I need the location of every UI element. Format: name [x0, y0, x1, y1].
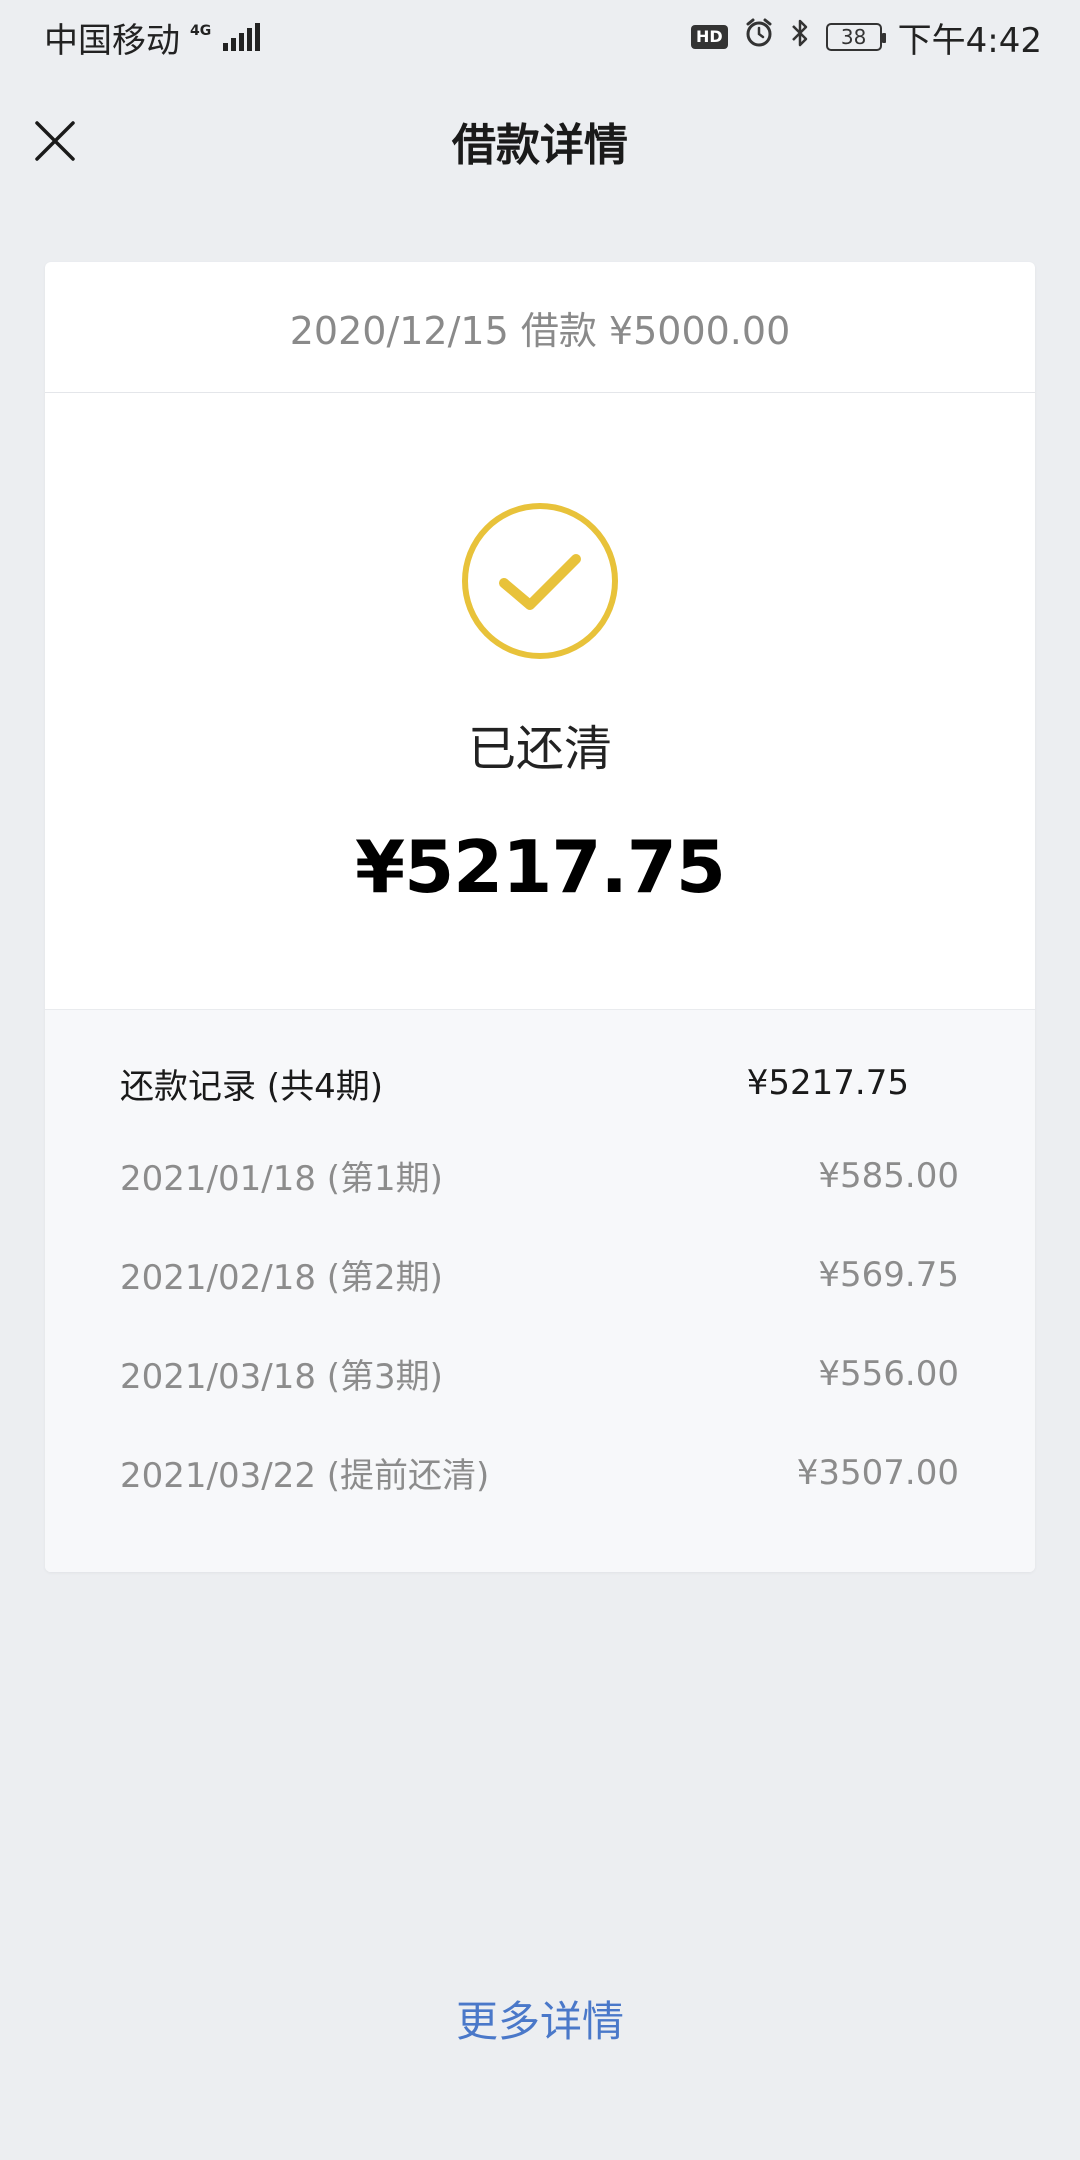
record-amount: ¥3507.00	[796, 1452, 959, 1493]
hd-badge: HD	[690, 25, 728, 49]
check-circle-icon	[462, 503, 618, 659]
loan-status-section: 已还清 ¥5217.75	[45, 393, 1035, 1010]
record-amount: ¥556.00	[818, 1353, 959, 1394]
nav-bar: 借款详情	[0, 96, 1080, 186]
signal-icon	[223, 23, 261, 51]
loan-card: 2020/12/15 借款 ¥5000.00 已还清 ¥5217.75 还款记录…	[45, 262, 1035, 1572]
record-amount: ¥585.00	[818, 1155, 959, 1196]
loan-header: 2020/12/15 借款 ¥5000.00	[45, 262, 1035, 393]
record-row: 2021/03/18 (第3期) ¥556.00	[120, 1324, 959, 1423]
close-icon	[35, 121, 75, 161]
record-date: 2021/02/18 (第2期)	[120, 1258, 443, 1298]
record-date: 2021/03/22 (提前还清)	[120, 1456, 490, 1496]
records-summary-amount: ¥5217.75	[746, 1063, 909, 1103]
battery-level: 38	[840, 25, 867, 49]
total-amount: ¥5217.75	[354, 825, 726, 909]
bluetooth-icon	[790, 17, 810, 58]
record-row: 2021/03/22 (提前还清) ¥3507.00	[120, 1423, 959, 1522]
status-text: 已还清	[467, 721, 612, 777]
alarm-icon	[744, 17, 774, 57]
battery-icon: 38	[825, 23, 886, 51]
repayment-records: 还款记录 (共4期) ¥5217.75 2021/01/18 (第1期) ¥58…	[45, 1010, 1035, 1572]
record-row: 2021/01/18 (第1期) ¥585.00	[120, 1126, 959, 1225]
close-button[interactable]	[30, 116, 80, 166]
record-date: 2021/03/18 (第3期)	[120, 1357, 443, 1397]
clock-time: 下午4:42	[897, 20, 1042, 61]
status-bar: 中国移动 4G HD 38 下午4:42	[0, 0, 1080, 74]
records-summary-row: 还款记录 (共4期) ¥5217.75	[120, 1040, 959, 1126]
record-row: 2021/02/18 (第2期) ¥569.75	[120, 1225, 959, 1324]
carrier-name: 中国移动	[44, 20, 180, 61]
record-date: 2021/01/18 (第1期)	[120, 1159, 443, 1199]
network-type: 4G	[190, 23, 212, 39]
records-summary-label: 还款记录 (共4期)	[120, 1066, 383, 1107]
status-right: HD 38 下午4:42	[690, 13, 1042, 62]
status-left: 中国移动 4G	[44, 13, 261, 62]
page-title: 借款详情	[452, 120, 628, 171]
record-amount: ¥569.75	[818, 1254, 959, 1295]
more-details-link[interactable]: 更多详情	[0, 1988, 1080, 2049]
